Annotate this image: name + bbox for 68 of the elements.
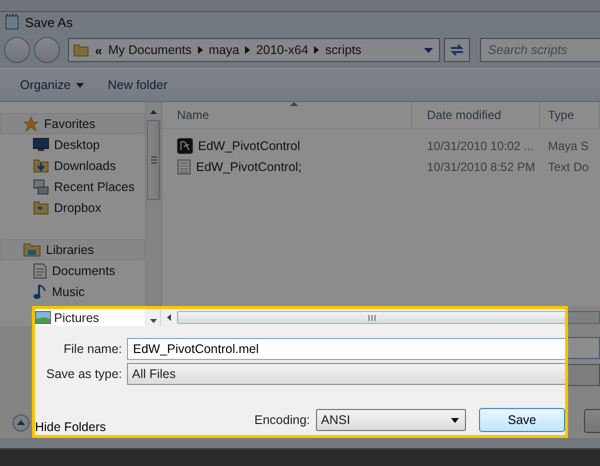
- computer-icon: [33, 178, 49, 194]
- text-field-edge: [568, 337, 600, 359]
- chevron-right-icon: [198, 46, 203, 54]
- nav-item[interactable]: Downloads: [0, 155, 145, 176]
- type-cell-text: Text Do: [547, 160, 589, 174]
- vertical-scrollbar[interactable]: [145, 102, 161, 306]
- chevron-right-icon: [245, 46, 250, 54]
- overflow-chevron[interactable]: «: [95, 42, 102, 58]
- nav-item[interactable]: Recent Places: [0, 176, 145, 197]
- library-folder-icon: [23, 242, 41, 258]
- dropdown-caret-icon[interactable]: [424, 48, 433, 52]
- nav-item[interactable]: Dropbox: [0, 197, 145, 218]
- new-folder-button[interactable]: New folder: [108, 78, 168, 92]
- horizontal-scrollbar[interactable]: [160, 309, 565, 326]
- column-header[interactable]: Date modified: [412, 102, 540, 128]
- field-label: Encoding:: [254, 413, 310, 427]
- file-type-dropdown[interactable]: All Files: [127, 363, 565, 385]
- hide-folders-button[interactable]: Hide Folders: [35, 420, 106, 434]
- nav-item[interactable]: Documents: [0, 260, 145, 281]
- scroll-left-icon[interactable]: [167, 314, 171, 321]
- nav-item[interactable]: Libraries: [0, 239, 145, 260]
- app-file-icon: [177, 138, 193, 154]
- file-name[interactable]: EdW_PivotControl: [177, 138, 300, 154]
- forward-button[interactable]: [34, 37, 60, 63]
- dropdown-caret-icon: [76, 82, 84, 88]
- save-button[interactable]: Save: [479, 408, 565, 432]
- monitor-icon: [33, 138, 49, 152]
- sort-arrow-icon: [290, 102, 298, 106]
- field-label: File name:: [62, 342, 122, 356]
- box-folder-icon: [33, 200, 49, 216]
- field-label: Save as type:: [45, 367, 122, 381]
- dialog-button[interactable]: [584, 409, 600, 433]
- address-bar[interactable]: « My Documents maya 2010-x64 scripts: [68, 38, 440, 62]
- breadcrumb[interactable]: maya: [208, 43, 240, 57]
- folder-icon: [73, 42, 89, 58]
- scroll-down-icon[interactable]: [150, 319, 156, 323]
- download-folder-icon: [33, 158, 49, 174]
- scroll-up-icon[interactable]: [150, 110, 157, 114]
- file-name[interactable]: EdW_PivotControl;: [177, 158, 302, 174]
- star-icon: [23, 116, 39, 132]
- organize-menu[interactable]: Organize: [20, 78, 84, 92]
- window-title: Save As: [25, 14, 73, 30]
- document-icon: [33, 262, 47, 278]
- nav-item[interactable]: Music: [0, 281, 145, 302]
- file-name-field[interactable]: EdW_PivotControl.mel: [127, 338, 565, 360]
- grip-icon: [368, 314, 376, 320]
- chevron-right-icon: [314, 46, 320, 54]
- encoding-dropdown[interactable]: ANSI: [316, 409, 466, 431]
- swap-arrows-icon: [449, 43, 465, 57]
- back-button[interactable]: [4, 37, 30, 63]
- dropdown-caret-icon: [451, 418, 459, 422]
- notepad-icon: [5, 14, 19, 30]
- refresh-button[interactable]: [444, 38, 470, 62]
- text-file-icon: [177, 158, 191, 174]
- date-cell-text: 10/31/2010 10:02 ...: [426, 138, 534, 152]
- breadcrumb[interactable]: scripts: [325, 43, 362, 57]
- date-cell-text: 10/31/2010 8:52 PM: [426, 160, 536, 174]
- breadcrumb[interactable]: My Documents: [108, 43, 192, 57]
- collapse-icon[interactable]: [12, 414, 30, 432]
- picture-icon: [35, 311, 51, 324]
- search-field[interactable]: Search scripts: [480, 38, 600, 62]
- music-note-icon: [33, 284, 47, 300]
- type-cell-text: Maya S: [547, 138, 589, 152]
- column-header[interactable]: Type: [540, 102, 600, 128]
- nav-item[interactable]: Favorites: [0, 113, 145, 134]
- grip-icon: [150, 156, 156, 164]
- nav-item[interactable]: Desktop: [0, 134, 145, 155]
- breadcrumb[interactable]: 2010-x64: [256, 43, 308, 57]
